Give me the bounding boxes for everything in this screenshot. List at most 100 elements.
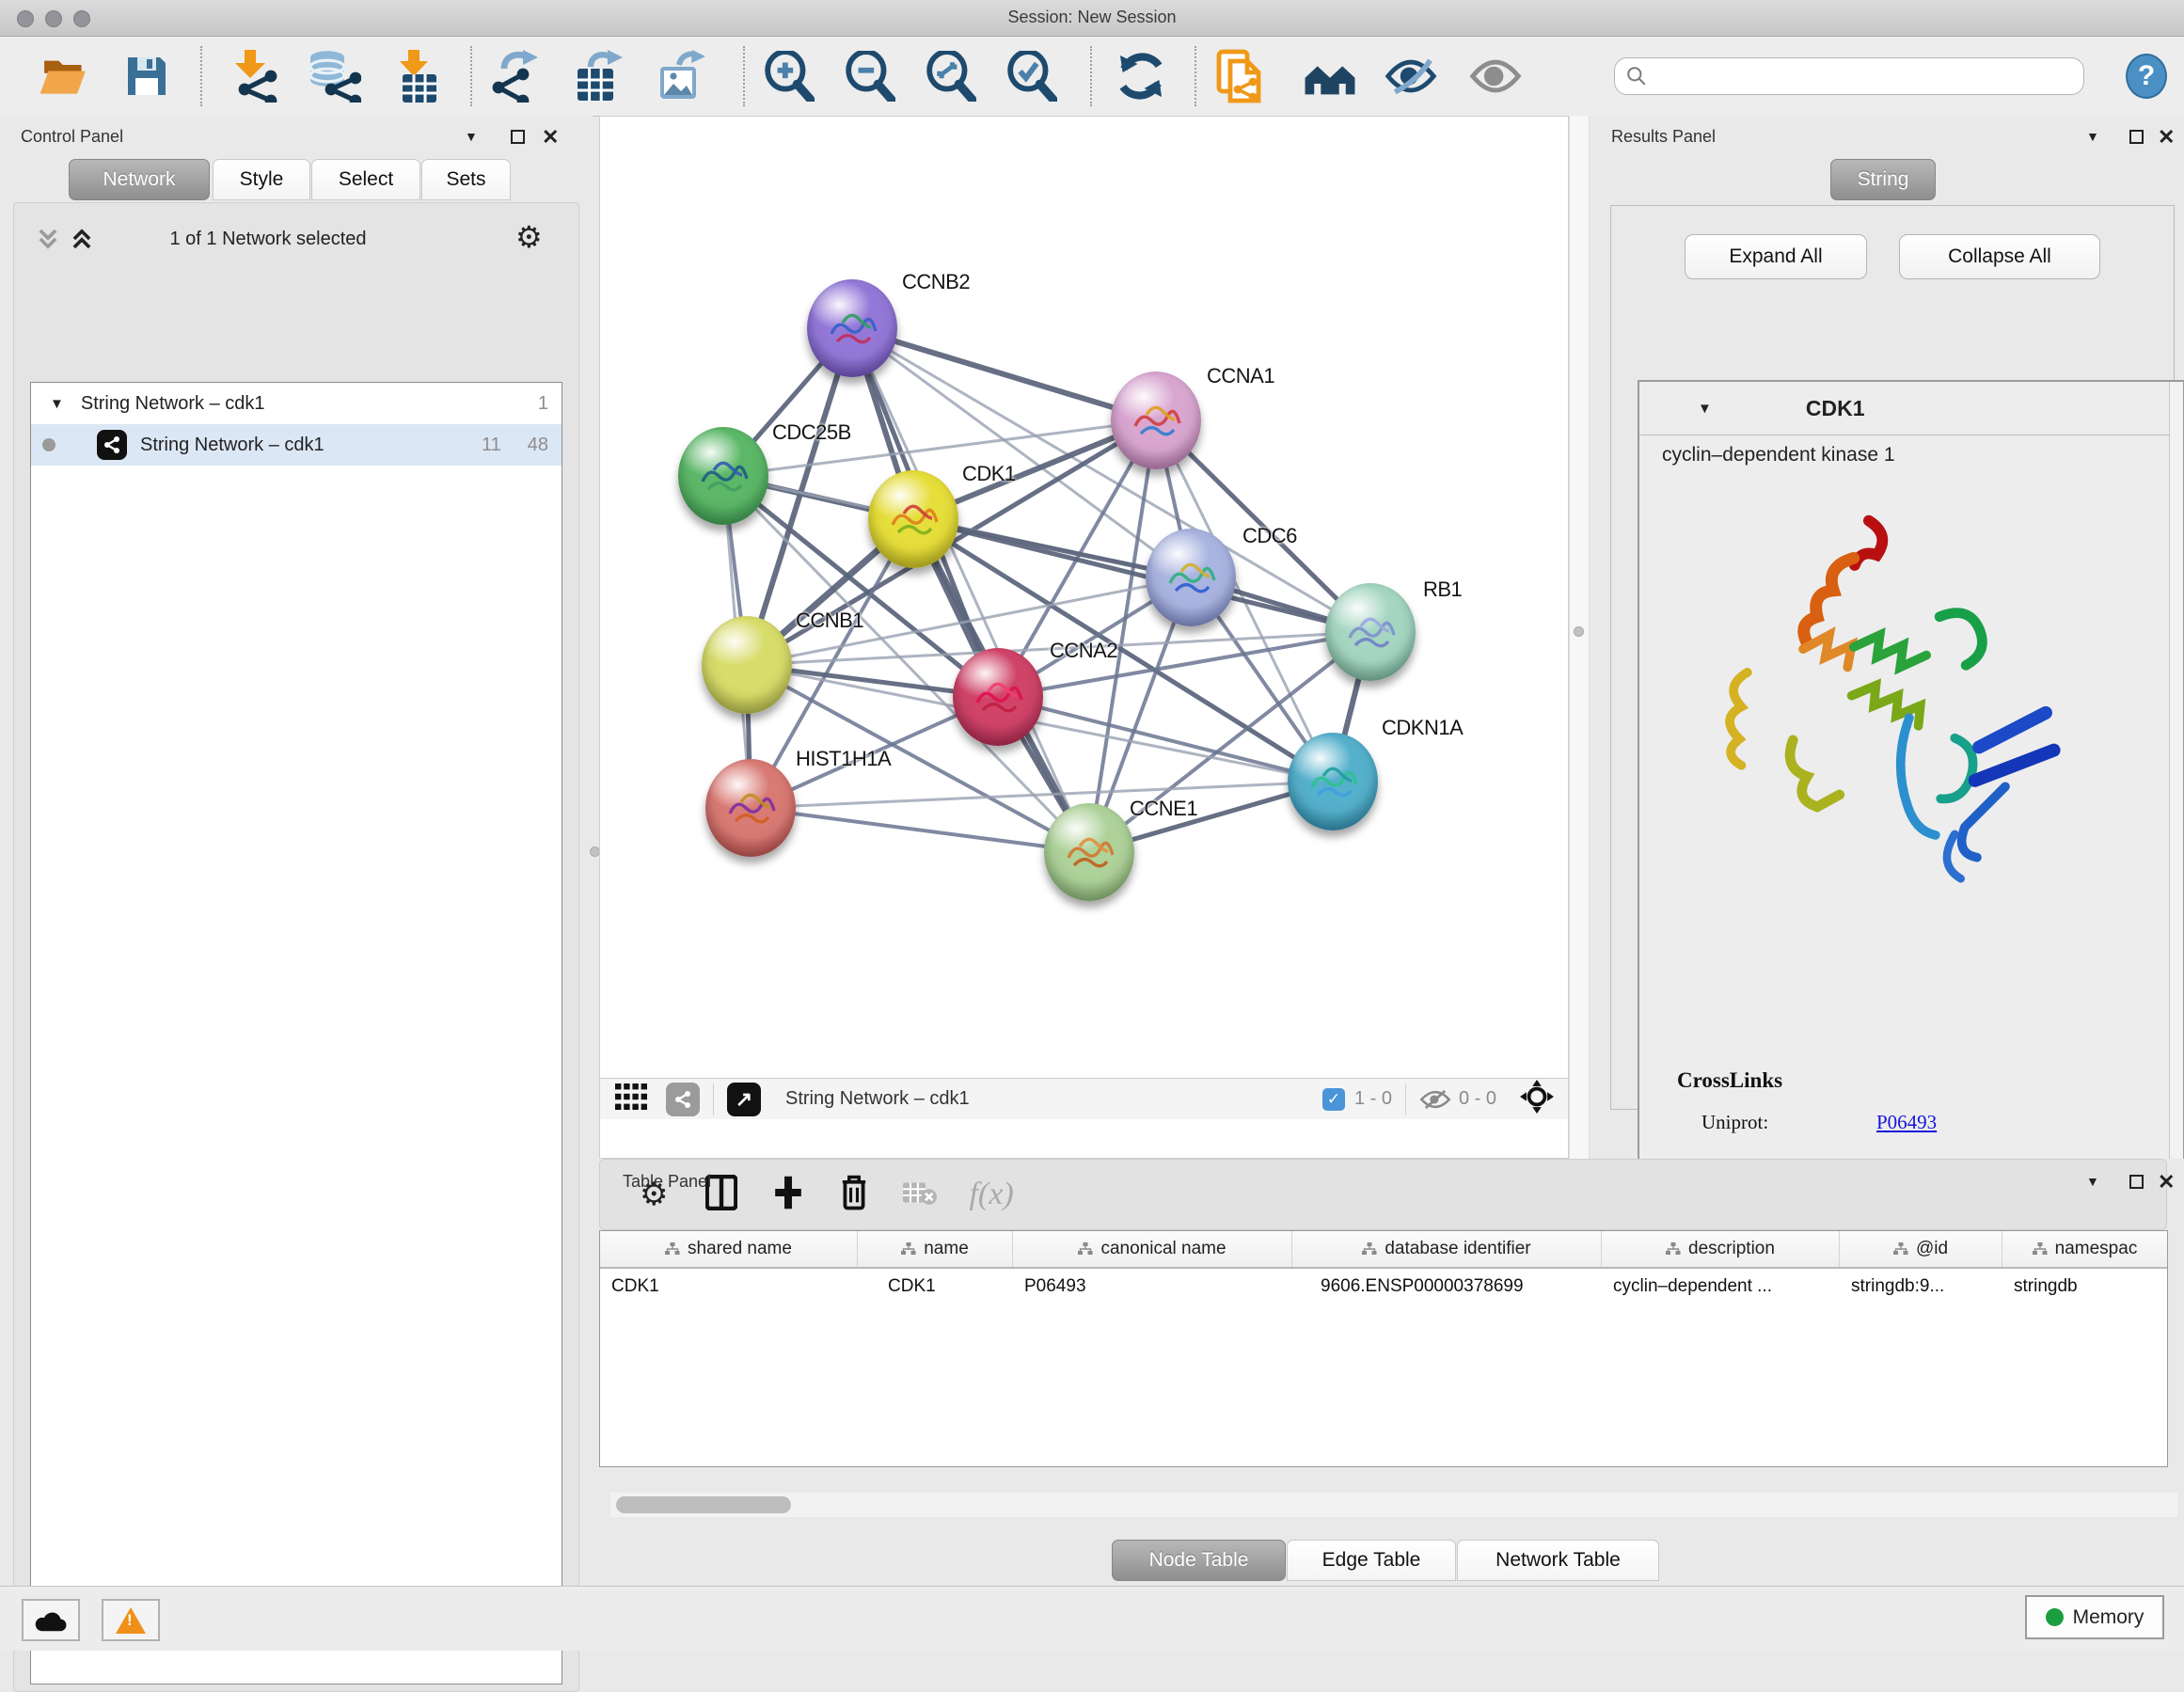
selected-checkbox-icon[interactable]: ✓ [1322, 1088, 1345, 1111]
help-button[interactable]: ? [2126, 54, 2167, 99]
collapse-all-tree-icon[interactable] [36, 227, 60, 256]
right-splitter-handle[interactable] [1574, 626, 1584, 637]
column-header[interactable]: namespac [2002, 1231, 2167, 1267]
network-share-icon[interactable] [666, 1083, 700, 1116]
panel-menu-icon[interactable]: ▼ [465, 129, 478, 144]
tree-row-network[interactable]: String Network – cdk1 11 48 [31, 424, 562, 466]
import-network-from-database-button[interactable] [307, 50, 361, 103]
network-options-gear-icon[interactable]: ⚙ [515, 219, 543, 255]
search-input[interactable] [1614, 57, 2084, 95]
export-image-button[interactable] [657, 50, 705, 103]
results-scrollbar[interactable] [2169, 382, 2183, 1174]
float-panel-icon[interactable] [511, 130, 525, 144]
network-node-cdc6[interactable] [1146, 529, 1236, 626]
float-panel-icon[interactable] [2129, 130, 2144, 144]
control-panel-title: Control Panel [21, 127, 123, 147]
clone-network-button[interactable] [1215, 50, 1266, 103]
panel-menu-icon[interactable]: ▼ [2086, 129, 2099, 144]
cloud-status-button[interactable] [22, 1599, 80, 1641]
collapse-all-button[interactable]: Collapse All [1899, 234, 2100, 279]
open-in-new-window-icon[interactable]: ↗ [727, 1083, 761, 1116]
warning-status-button[interactable] [102, 1599, 160, 1641]
hierarchy-icon [1362, 1242, 1377, 1256]
tree-expander-icon[interactable]: ▼ [50, 396, 64, 412]
toolbar-separator [743, 46, 745, 106]
table-horizontal-scrollbar[interactable] [610, 1493, 2177, 1517]
network-node-ccnb1[interactable] [702, 616, 792, 714]
expand-all-button[interactable]: Expand All [1685, 234, 1867, 279]
grid-view-icon[interactable] [615, 1083, 647, 1115]
save-session-button[interactable] [124, 50, 169, 103]
network-canvas[interactable]: CCNB2CCNA1CDC25BCDK1CDC6RB1CCNB1CCNA2CDK… [600, 124, 1568, 1078]
column-header[interactable]: canonical name [1013, 1231, 1292, 1267]
delete-column-trash-icon[interactable] [839, 1174, 869, 1216]
tab-string[interactable]: String [1830, 159, 1936, 200]
column-header[interactable]: description [1602, 1231, 1840, 1267]
table-toolbar: ⚙ f(x) [599, 1159, 2167, 1230]
hidden-eye-slash-icon [1419, 1088, 1451, 1111]
import-table-icon [395, 50, 444, 103]
right-splitter[interactable] [1569, 116, 1590, 1159]
control-panel: Control Panel ▼ ✕ Network Style Select S… [0, 116, 593, 1586]
network-node-hist1h1a[interactable] [705, 759, 796, 857]
tab-sets[interactable]: Sets [421, 159, 511, 200]
tab-node-table[interactable]: Node Table [1112, 1540, 1286, 1581]
import-table-button[interactable] [395, 50, 444, 103]
network-node-cdk1[interactable] [868, 470, 958, 568]
table-panel: Table Panel ▼ ✕ ⚙ f(x) shared name name [599, 1159, 2184, 1586]
hierarchy-icon [901, 1242, 916, 1256]
network-node-rb1[interactable] [1325, 583, 1416, 681]
scrollbar-thumb[interactable] [616, 1496, 791, 1513]
node-table[interactable]: shared name name canonical name database… [599, 1230, 2168, 1467]
houses-icon [1302, 55, 1358, 98]
float-panel-icon[interactable] [2129, 1175, 2144, 1189]
zoom-selected-button[interactable] [1006, 50, 1057, 103]
table-panel-title: Table Panel [623, 1172, 711, 1192]
zoom-in-icon [764, 51, 815, 102]
panel-menu-icon[interactable]: ▼ [2086, 1174, 2099, 1189]
network-node-cdkn1a[interactable] [1288, 733, 1378, 830]
collapse-protein-icon[interactable]: ▼ [1698, 401, 1712, 417]
hide-selected-button[interactable] [1385, 50, 1437, 103]
tab-network-table[interactable]: Network Table [1457, 1540, 1659, 1581]
show-all-button[interactable] [1469, 50, 1522, 103]
network-node-ccna1[interactable] [1111, 372, 1201, 469]
delete-table-icon[interactable] [903, 1178, 937, 1211]
zoom-out-button[interactable] [845, 50, 895, 103]
open-folder-icon [40, 55, 90, 98]
protein-header-row[interactable]: ▼ CDK1 [1639, 382, 2183, 435]
network-node-ccna2[interactable] [953, 648, 1043, 746]
tab-style[interactable]: Style [213, 159, 310, 200]
first-neighbors-button[interactable] [1302, 50, 1358, 103]
table-row[interactable]: CDK1 CDK1 P06493 9606.ENSP00000378699 cy… [600, 1269, 2167, 1305]
crosslink-link-uniprot[interactable]: P06493 [1876, 1111, 1937, 1134]
network-node-cdc25b[interactable] [678, 427, 768, 525]
tab-edge-table[interactable]: Edge Table [1287, 1540, 1456, 1581]
create-column-icon[interactable] [773, 1175, 803, 1215]
open-session-button[interactable] [40, 50, 90, 103]
close-panel-icon[interactable]: ✕ [542, 125, 559, 150]
close-panel-icon[interactable]: ✕ [2158, 125, 2175, 150]
refresh-view-button[interactable] [1116, 50, 1166, 103]
function-builder-icon[interactable]: f(x) [969, 1177, 1013, 1212]
close-panel-icon[interactable]: ✕ [2158, 1170, 2175, 1194]
tab-select[interactable]: Select [311, 159, 420, 200]
column-header[interactable]: shared name [600, 1231, 858, 1267]
network-node-ccne1[interactable] [1044, 803, 1134, 901]
column-header[interactable]: database identifier [1292, 1231, 1602, 1267]
birds-eye-view-icon[interactable] [1519, 1079, 1555, 1119]
expand-all-tree-icon[interactable] [70, 227, 94, 256]
export-table-button[interactable] [574, 50, 623, 103]
zoom-in-button[interactable] [764, 50, 815, 103]
tab-network[interactable]: Network [69, 159, 210, 200]
column-header[interactable]: @id [1840, 1231, 2002, 1267]
tree-row-collection[interactable]: ▼ String Network – cdk1 1 [31, 383, 562, 424]
column-header[interactable]: name [858, 1231, 1013, 1267]
memory-button[interactable]: Memory [2025, 1595, 2164, 1639]
export-network-button[interactable] [491, 50, 540, 103]
import-network-button[interactable] [231, 50, 280, 103]
network-node-ccnb2[interactable] [807, 279, 897, 377]
results-panel-title: Results Panel [1611, 127, 1716, 147]
zoom-fit-button[interactable] [926, 50, 976, 103]
collection-count: 1 [538, 393, 548, 415]
